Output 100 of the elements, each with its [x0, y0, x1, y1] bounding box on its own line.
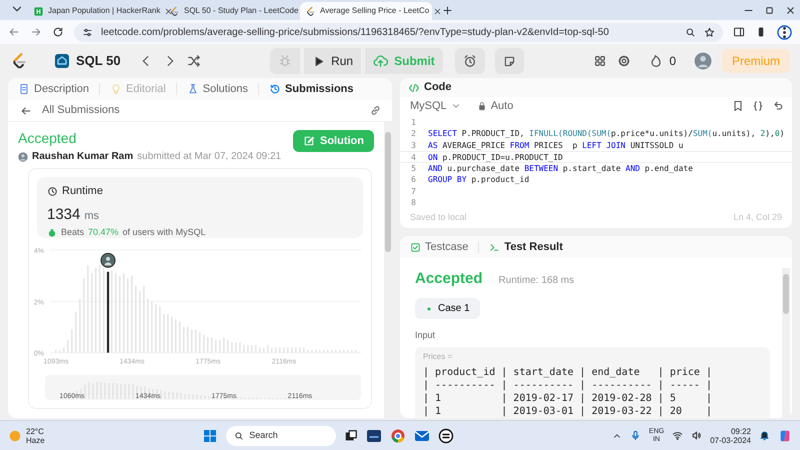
editor-line[interactable]: 4 ON p.PRODUCT_ID=u.PRODUCT_ID — [400, 151, 792, 163]
code-text[interactable]: AS AVERAGE_PRICE FROM PRICES p LEFT JOIN UNITSSOLD u — [428, 140, 684, 152]
notes-button[interactable] — [494, 48, 524, 74]
terminal-icon — [489, 242, 500, 253]
bookmark-star-icon[interactable] — [704, 26, 715, 38]
line-number: 3 — [410, 140, 417, 152]
close-icon[interactable] — [433, 6, 442, 16]
table-line: | 1 | 2019-03-01 | 2019-03-22 | 20 | — [423, 404, 713, 418]
weather-text: Haze — [26, 436, 45, 444]
microphone-icon[interactable] — [630, 430, 641, 441]
beats-label: Beats — [61, 226, 84, 239]
history-icon — [269, 83, 282, 95]
language-dropdown[interactable]: MySQL — [408, 98, 463, 114]
code-text[interactable]: SELECT P.PRODUCT_ID, IFNULL(ROUND(SUM(p.price*u.units)/SUM(u.units), 2),0) — [428, 128, 784, 140]
author-name[interactable]: Raushan Kumar Ram — [32, 149, 134, 164]
format-icon[interactable] — [752, 100, 764, 112]
avatar-marker — [100, 252, 116, 268]
panel-tab[interactable]: Description — [16, 80, 92, 98]
scrollbar[interactable] — [384, 122, 392, 418]
close-icon[interactable] — [785, 5, 796, 16]
cursor-position: Ln 4, Col 29 — [733, 210, 782, 224]
autocomplete-toggle[interactable]: Auto — [474, 98, 516, 114]
line-number: 5 — [410, 162, 417, 174]
scrollbar[interactable] — [782, 268, 790, 418]
table-name: Prices = — [423, 350, 454, 363]
line-number: 4 — [410, 152, 417, 162]
bookmark-icon[interactable] — [732, 100, 744, 112]
volume-icon[interactable] — [691, 430, 702, 441]
zoom-icon[interactable] — [685, 26, 696, 38]
link-icon[interactable] — [369, 104, 382, 117]
panel-tab[interactable]: Testcase — [408, 238, 470, 256]
task-view-icon[interactable] — [344, 428, 358, 442]
code-text[interactable]: AND u.purchase_date BETWEEN p.start_date AND p.end_date — [428, 162, 693, 174]
new-tab-icon[interactable] — [442, 5, 453, 16]
editor-line[interactable]: 1 — [400, 116, 792, 128]
editor-line[interactable]: 7 — [400, 186, 792, 198]
close-icon[interactable] — [164, 6, 174, 16]
layout-icon[interactable] — [593, 54, 608, 68]
line-number: 6 — [410, 174, 417, 186]
streak-button[interactable]: 0 — [641, 48, 684, 74]
case-tab[interactable]: Case 1 — [415, 298, 480, 320]
study-plan-icon — [54, 53, 70, 69]
result-runtime: Runtime: 168 ms — [498, 274, 574, 288]
line-number: 8 — [410, 197, 417, 209]
runtime-unit: ms — [84, 208, 100, 224]
beats-icon — [47, 228, 57, 238]
temperature: 22°C — [26, 426, 45, 436]
editor-line[interactable]: 2 SELECT P.PRODUCT_ID, IFNULL(ROUND(SUM(p.price*u.units)/SUM(u.units), 2),0) — [400, 128, 792, 140]
shuffle-icon[interactable] — [186, 54, 201, 68]
browser-tab[interactable]: Japan Population | HackerRank — [28, 2, 160, 20]
study-plan-button[interactable]: SQL 50 — [46, 48, 129, 74]
table-line: | ---------- | ---------- | ---------- | ----- | — [423, 378, 713, 392]
timer-button[interactable] — [454, 48, 485, 74]
forward-icon[interactable] — [30, 26, 42, 38]
reload-icon[interactable] — [52, 26, 64, 38]
site-favicon-icon — [169, 6, 180, 16]
maximize-icon[interactable] — [764, 5, 775, 16]
editor-line[interactable]: 3 AS AVERAGE_PRICE FROM PRICES p LEFT JOIN UNITSSOLD u — [400, 140, 792, 152]
editor-line[interactable]: 5 AND u.purchase_date BETWEEN p.start_date AND p.end_date — [400, 162, 792, 174]
lock-icon — [476, 101, 487, 112]
avatar-icon[interactable] — [694, 52, 712, 70]
menu-icon[interactable] — [777, 24, 792, 40]
panel-tab[interactable]: Submissions — [267, 80, 356, 98]
input-label: Input — [415, 329, 436, 342]
save-status: Saved to local — [410, 210, 467, 224]
clock[interactable]: 09:22 07-03-2024 — [710, 426, 751, 444]
table-line: | product_id | start_date | end_date | price | — [423, 366, 713, 379]
notification-bell-icon[interactable] — [759, 430, 770, 441]
panel-tab[interactable]: Test Result — [487, 238, 565, 256]
settings-icon[interactable] — [617, 54, 632, 68]
author-avatar-icon — [18, 152, 28, 162]
line-number: 1 — [410, 116, 417, 128]
result-status: Accepted — [415, 268, 483, 289]
beats-text: of users with MySQL — [122, 226, 206, 239]
taskbar-search[interactable]: Search — [226, 426, 336, 446]
bug-icon — [278, 54, 292, 68]
back-link[interactable]: All Submissions — [18, 102, 122, 119]
submission-time: submitted at Mar 07, 2024 09:21 — [137, 150, 282, 164]
code-text[interactable]: ON p.PRODUCT_ID=u.PRODUCT_ID — [428, 152, 563, 162]
runtime-value: 1334 — [47, 204, 80, 224]
beats-percent: 70.47% — [88, 226, 119, 239]
editor-line[interactable]: 6 GROUP BY p.product_id — [400, 174, 792, 186]
site-favicon-icon — [305, 6, 316, 16]
panel-tab[interactable]: Solutions — [184, 80, 250, 98]
address-bar[interactable]: leetcode.com/problems/average-selling-price/submissions/1196318465/?envType=study-plan-v2&envId=top-sql-50 — [74, 22, 723, 42]
panel-title: Code — [424, 80, 452, 96]
site-info-icon — [82, 26, 93, 38]
run-button[interactable]: Run — [304, 48, 362, 74]
start-icon[interactable] — [202, 428, 218, 444]
reset-icon[interactable] — [772, 100, 784, 112]
editor-line[interactable]: 8 — [400, 197, 792, 209]
search-icon — [234, 430, 244, 440]
code-text[interactable]: GROUP BY p.product_id — [428, 174, 530, 186]
code-icon — [408, 82, 420, 94]
wifi-icon[interactable] — [672, 430, 684, 441]
back-icon[interactable] — [8, 26, 20, 38]
alarm-clock-icon — [462, 54, 477, 68]
side-panel-icon[interactable] — [733, 26, 745, 38]
upload-cloud-icon — [373, 54, 388, 68]
browser-icon[interactable] — [390, 428, 406, 444]
